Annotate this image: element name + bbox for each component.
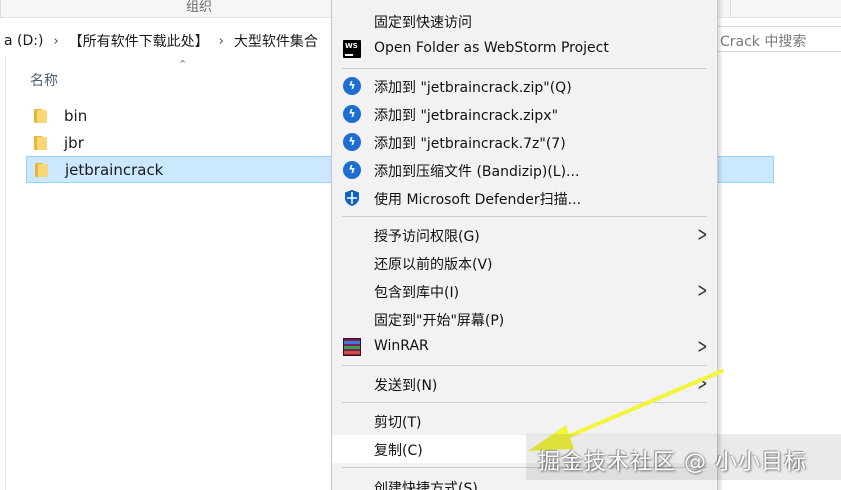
ribbon-divider — [0, 0, 1, 18]
menu-item-label: 包含到库中(I) — [374, 285, 460, 301]
menu-item-open-webstorm[interactable]: WS Open Folder as WebStorm Project — [332, 35, 717, 63]
menu-item-label: 还原以前的版本(V) — [374, 257, 493, 273]
list-item[interactable]: bin — [26, 102, 87, 129]
menu-item-pin-start[interactable]: 固定到"开始"屏幕(P) — [332, 305, 717, 333]
search-input[interactable]: Crack 中搜索 — [716, 26, 841, 52]
menu-separator — [342, 216, 707, 217]
menu-item-label: 添加到 "jetbraincrack.7z"(7) — [374, 136, 566, 152]
breadcrumb-chevron-icon[interactable]: › — [47, 34, 64, 49]
breadcrumb-folder-downloads[interactable]: 【所有软件下载此处】 — [65, 31, 213, 51]
menu-item-label: 复制(C) — [374, 443, 423, 459]
menu-item-winrar[interactable]: WinRAR > — [332, 333, 717, 361]
menu-item-label: 固定到"开始"屏幕(P) — [374, 313, 505, 329]
menu-item-label: 添加到 "jetbraincrack.zip"(Q) — [374, 80, 572, 96]
breadcrumb: a (D:) › 【所有软件下载此处】 › 大型软件集合 — [0, 30, 322, 52]
file-name: jbr — [64, 133, 84, 152]
menu-item-label: 使用 Microsoft Defender扫描... — [374, 192, 582, 208]
bandizip-icon: ϟ — [343, 161, 361, 179]
ribbon-divider — [730, 0, 731, 18]
menu-item-include-library[interactable]: 包含到库中(I) > — [332, 277, 717, 305]
breadcrumb-folder-large-software[interactable]: 大型软件集合 — [230, 31, 322, 51]
shield-icon — [343, 189, 361, 207]
folder-icon — [34, 135, 50, 150]
menu-item-label: 固定到快速访问 — [374, 15, 472, 31]
column-header-name[interactable]: 名称 — [30, 70, 58, 90]
menu-item-label: 剪切(T) — [374, 415, 422, 431]
watermark: 掘金技术社区 @ 小小目标 — [538, 450, 807, 475]
webstorm-icon: WS — [343, 40, 361, 58]
sort-ascending-icon: ⌃ — [178, 58, 188, 71]
submenu-chevron-icon: > — [697, 334, 708, 358]
menu-separator — [342, 402, 707, 403]
folder-icon — [34, 108, 50, 123]
submenu-chevron-icon: > — [697, 278, 708, 302]
menu-item-label: WinRAR — [374, 338, 429, 354]
menu-item-cut[interactable]: 剪切(T) — [332, 407, 717, 435]
context-menu: 固定到快速访问 WS Open Folder as WebStorm Proje… — [331, 0, 718, 490]
ribbon-group-organize: 组织 — [186, 0, 213, 15]
menu-separator — [342, 68, 707, 69]
menu-item-label: Open Folder as WebStorm Project — [374, 40, 609, 56]
winrar-icon — [343, 338, 361, 356]
breadcrumb-drive[interactable]: a (D:) — [0, 33, 47, 49]
menu-separator — [342, 365, 707, 366]
menu-item-label: 授予访问权限(G) — [374, 229, 480, 245]
menu-item-grant-access[interactable]: 授予访问权限(G) > — [332, 221, 717, 249]
navigation-pane[interactable] — [0, 56, 6, 490]
folder-icon — [35, 162, 51, 177]
menu-item-label: 创建快捷方式(S) — [374, 481, 478, 490]
menu-item-add-7z[interactable]: ϟ 添加到 "jetbraincrack.7z"(7) — [332, 128, 717, 156]
menu-item-label: 添加到 "jetbraincrack.zipx" — [374, 108, 559, 124]
menu-item-add-zip[interactable]: ϟ 添加到 "jetbraincrack.zip"(Q) — [332, 72, 717, 100]
bandizip-icon: ϟ — [343, 105, 361, 123]
menu-item-send-to[interactable]: 发送到(N) > — [332, 370, 717, 398]
menu-item-defender-scan[interactable]: 使用 Microsoft Defender扫描... — [332, 184, 717, 212]
submenu-chevron-icon: > — [697, 222, 708, 246]
list-item[interactable]: jbr — [26, 129, 84, 156]
bandizip-icon: ϟ — [343, 77, 361, 95]
menu-item-label: 发送到(N) — [374, 378, 438, 394]
file-name: jetbraincrack — [65, 160, 164, 179]
menu-item-restore-versions[interactable]: 还原以前的版本(V) — [332, 249, 717, 277]
breadcrumb-chevron-icon[interactable]: › — [213, 34, 230, 49]
menu-item-add-bandizip[interactable]: ϟ 添加到压缩文件 (Bandizip)(L)... — [332, 156, 717, 184]
menu-item-add-zipx[interactable]: ϟ 添加到 "jetbraincrack.zipx" — [332, 100, 717, 128]
file-name: bin — [64, 106, 88, 125]
menu-item-pin-quick-access[interactable]: 固定到快速访问 — [332, 7, 717, 35]
submenu-chevron-icon: > — [697, 371, 708, 395]
menu-item-label: 添加到压缩文件 (Bandizip)(L)... — [374, 164, 580, 180]
bandizip-icon: ϟ — [343, 133, 361, 151]
